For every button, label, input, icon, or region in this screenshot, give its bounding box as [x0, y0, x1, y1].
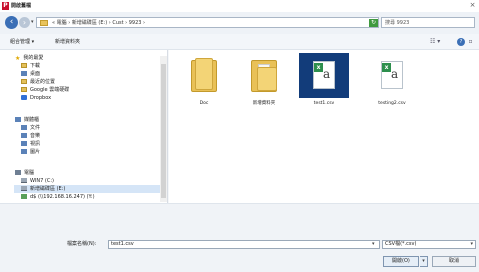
file-thumbnail: x a — [367, 53, 417, 98]
file-thumbnail — [179, 53, 229, 98]
nav-item-label: 最近的位置 — [30, 79, 56, 85]
folder-icon — [40, 20, 48, 26]
help-icon[interactable]: ? — [457, 38, 465, 46]
file-name: test1.csv — [313, 101, 335, 106]
nav-item-documents[interactable]: 文件 — [21, 124, 40, 132]
spreadsheet-badge-icon: x — [382, 63, 391, 72]
nav-item-videos[interactable]: 視訊 — [21, 140, 40, 148]
title-bar: P 開啟舊檔 × — [0, 0, 479, 12]
nav-item-label: 桌面 — [30, 71, 41, 77]
file-type-glyph: a — [323, 67, 331, 81]
file-name: testing2.csv — [378, 101, 406, 106]
filename-input[interactable]: test1.csv — [108, 240, 380, 249]
nav-item-label: WIN7 (C:) — [30, 178, 55, 184]
preview-pane-icon[interactable]: ▫ — [467, 38, 474, 46]
dialog-footer: 檔案名稱(N): test1.csv ▾ CSV檔(*.csv) ▾ 開啟(O)… — [0, 203, 479, 272]
computer-label: 電腦 — [24, 170, 35, 176]
window-title: 開啟舊檔 — [11, 3, 32, 9]
pictures-icon — [21, 149, 27, 154]
file-name: 新增資料夾 — [252, 101, 276, 106]
filetype-value: CSV檔(*.csv) — [385, 241, 417, 247]
nav-item-dropbox[interactable]: Dropbox — [21, 94, 51, 102]
libraries-label: 媒體櫃 — [24, 117, 40, 123]
views-icon[interactable]: ☷ ▾ — [430, 38, 440, 45]
computer-icon — [15, 170, 21, 175]
file-type-glyph: a — [391, 67, 399, 81]
open-file-dialog: P 開啟舊檔 × ‹ › ▾ « 電腦 › 新增磁碟區 (E:) › Cust … — [0, 0, 479, 272]
documents-icon — [21, 125, 27, 130]
downloads-folder-icon — [21, 63, 27, 68]
folder-front — [195, 58, 213, 90]
file-item-new-folder[interactable]: 新增資料夾 — [239, 53, 289, 117]
filename-label: 檔案名稱(N): — [67, 241, 97, 247]
nav-item-label: d$ (\\192.168.16.247) (Y:) — [30, 194, 95, 200]
search-placeholder: 搜尋 9923 — [385, 20, 410, 26]
music-icon — [21, 133, 27, 138]
favorites-label: 我的最愛 — [23, 55, 44, 61]
nav-item-downloads[interactable]: 下載 — [21, 62, 40, 70]
history-dropdown-icon[interactable]: ▾ — [31, 19, 34, 25]
organize-button[interactable]: 組合管理 ▾ — [10, 39, 34, 45]
nav-item-desktop[interactable]: 桌面 — [21, 70, 40, 78]
close-button[interactable]: × — [469, 2, 476, 9]
nav-item-drive-y[interactable]: d$ (\\192.168.16.247) (Y:) — [21, 193, 95, 201]
file-list: Doc 新增資料夾 x a test1.csv x a testing2.csv — [169, 50, 479, 203]
network-drive-icon — [21, 194, 27, 199]
nav-item-label: 新增磁碟區 (E:) — [30, 186, 66, 192]
nav-item-drive-e[interactable]: 新增磁碟區 (E:) — [14, 185, 162, 193]
breadcrumb[interactable]: « 電腦 › 新增磁碟區 (E:) › Cust › 9923 › — [52, 20, 145, 26]
nav-item-label: 下載 — [30, 63, 41, 69]
nav-item-recent[interactable]: 最近的位置 — [21, 78, 55, 86]
open-button[interactable]: 開啟(O) — [383, 256, 419, 267]
drive-icon — [21, 178, 27, 183]
navigation-pane: ★ 我的最愛 下載 桌面 最近的位置 Google 雲端硬碟 Dropbox 媒體… — [0, 50, 168, 203]
nav-item-label: Dropbox — [30, 95, 52, 101]
chevron-down-icon[interactable]: ▾ — [372, 241, 375, 248]
app-icon: P — [2, 2, 9, 10]
cancel-button[interactable]: 取消 — [432, 256, 476, 267]
file-item-doc[interactable]: Doc — [179, 53, 229, 117]
file-item-testing2-csv[interactable]: x a testing2.csv — [367, 53, 417, 117]
dropbox-icon — [21, 95, 27, 100]
refresh-icon[interactable]: ↻ — [369, 19, 378, 27]
nav-item-label: 視訊 — [30, 141, 41, 147]
nav-item-label: 音樂 — [30, 133, 41, 139]
nav-item-label: Google 雲端硬碟 — [30, 87, 70, 93]
file-thumbnail — [239, 53, 289, 98]
folder-front — [257, 67, 277, 91]
new-folder-button[interactable]: 新增資料夾 — [55, 39, 80, 45]
favorites-header[interactable]: ★ 我的最愛 — [15, 54, 43, 62]
chevron-down-icon: ▾ — [470, 241, 473, 247]
scrollbar-thumb[interactable] — [161, 64, 166, 198]
nav-item-label: 文件 — [30, 125, 41, 131]
search-input[interactable]: 搜尋 9923 — [381, 17, 475, 28]
open-options-dropdown[interactable]: ▾ — [420, 256, 428, 267]
address-row: ‹ › ▾ « 電腦 › 新增磁碟區 (E:) › Cust › 9923 › … — [0, 12, 479, 34]
forward-arrow-icon[interactable]: › — [19, 17, 30, 28]
nav-item-drive-c[interactable]: WIN7 (C:) — [21, 177, 54, 185]
file-name: Doc — [199, 101, 209, 106]
libraries-header[interactable]: 媒體櫃 — [15, 116, 39, 124]
toolbar: 組合管理 ▾ 新增資料夾 ☷ ▾ ? ▫ — [0, 34, 479, 50]
file-item-test1-csv[interactable]: x a test1.csv — [299, 53, 349, 117]
spreadsheet-badge-icon: x — [314, 63, 323, 72]
nav-item-label: 圖片 — [30, 149, 41, 155]
drive-icon — [21, 186, 27, 191]
star-icon: ★ — [15, 55, 21, 62]
recent-places-icon — [21, 79, 27, 84]
google-drive-icon — [21, 87, 27, 92]
desktop-icon — [21, 71, 27, 76]
back-arrow-icon[interactable]: ‹ — [5, 16, 18, 29]
computer-header[interactable]: 電腦 — [15, 169, 34, 177]
nav-item-pictures[interactable]: 圖片 — [21, 148, 40, 156]
videos-icon — [21, 141, 27, 146]
address-bar[interactable]: « 電腦 › 新增磁碟區 (E:) › Cust › 9923 › ▾ — [36, 17, 379, 28]
nav-item-music[interactable]: 音樂 — [21, 132, 40, 140]
file-thumbnail: x a — [299, 53, 349, 98]
libraries-icon — [15, 117, 21, 122]
nav-item-google-drive[interactable]: Google 雲端硬碟 — [21, 86, 69, 94]
filetype-select[interactable]: CSV檔(*.csv) ▾ — [382, 240, 476, 249]
